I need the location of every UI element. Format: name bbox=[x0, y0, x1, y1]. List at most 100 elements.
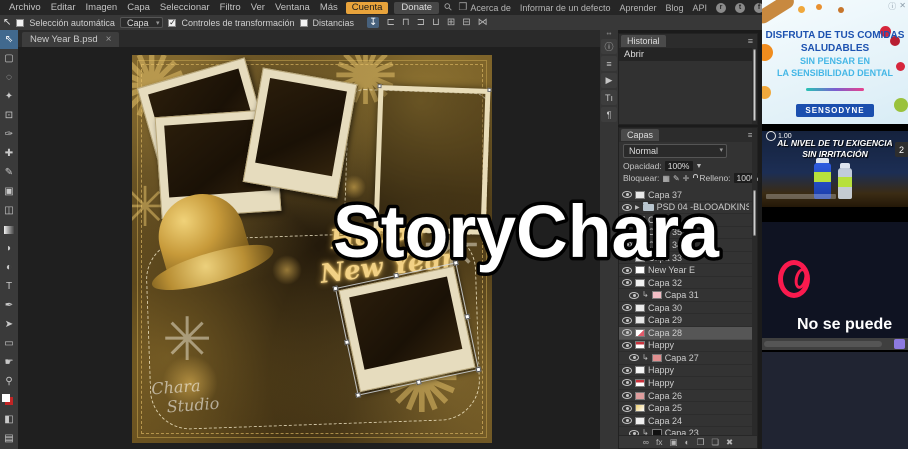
layer-row[interactable]: ▶ ↳ Happy bbox=[619, 365, 752, 378]
lock-pixels-icon[interactable]: ✎ bbox=[673, 174, 680, 183]
move-tool[interactable]: ⇖ bbox=[0, 30, 18, 49]
polaroid-frame[interactable] bbox=[243, 68, 358, 199]
layer-row[interactable]: ▶ ↳ Capa 31 bbox=[619, 289, 752, 302]
layer-row[interactable]: ▶ ↳ Capa 32 bbox=[619, 277, 752, 290]
distribute-vertical-icon[interactable]: ⊟ bbox=[462, 17, 470, 28]
menu-item[interactable]: Capa bbox=[122, 2, 155, 13]
layer-row[interactable]: ▶ ↳ New Year E bbox=[619, 264, 752, 277]
menu-item[interactable]: Ventana bbox=[270, 2, 315, 13]
target-select[interactable]: Capa ▾ bbox=[120, 17, 164, 28]
menu-item[interactable]: Más bbox=[315, 2, 343, 13]
layer-row[interactable]: ▶ ↳ Capa 27 bbox=[619, 352, 752, 365]
align-center-icon[interactable]: ⊓ bbox=[402, 17, 410, 28]
visibility-eye-icon[interactable] bbox=[622, 229, 632, 236]
history-scrollbar[interactable] bbox=[752, 48, 757, 124]
scroll-strip[interactable] bbox=[762, 338, 908, 350]
history-panel-tab[interactable]: Historial bbox=[621, 35, 666, 47]
visibility-eye-icon[interactable] bbox=[622, 304, 632, 311]
visibility-eye-icon[interactable] bbox=[629, 354, 639, 361]
visibility-eye-icon[interactable] bbox=[622, 241, 632, 248]
layer-row[interactable]: ▶ ↳ Capa 24 bbox=[619, 415, 752, 428]
visibility-eye-icon[interactable] bbox=[629, 292, 639, 299]
history-entry[interactable]: Abrir bbox=[619, 48, 757, 61]
visibility-eye-icon[interactable] bbox=[622, 405, 632, 412]
layer-row[interactable]: ▶ ↳ Happy bbox=[619, 340, 752, 353]
ad-close-icon[interactable]: ✕ bbox=[899, 1, 906, 12]
twitter-icon[interactable]: t bbox=[735, 3, 745, 13]
visibility-eye-icon[interactable] bbox=[622, 317, 632, 324]
distribute-horizontal-icon[interactable]: ⊞ bbox=[447, 17, 455, 28]
lasso-tool[interactable]: ◌ bbox=[0, 68, 18, 87]
brush-tool[interactable]: ✎ bbox=[0, 163, 18, 182]
visibility-eye-icon[interactable] bbox=[622, 417, 632, 424]
layer-row[interactable]: ▶ ↳ Capa 34 bbox=[619, 239, 752, 252]
info-panel-icon[interactable]: ⓘ bbox=[601, 39, 617, 54]
type-tool[interactable]: T bbox=[0, 277, 18, 296]
properties-panel-icon[interactable]: ≡ bbox=[601, 56, 617, 71]
menu-item[interactable]: Seleccionar bbox=[155, 2, 215, 13]
paragraph-panel-icon[interactable]: ¶ bbox=[601, 107, 617, 122]
donate-button[interactable]: Donate bbox=[394, 2, 439, 14]
eraser-tool[interactable]: ◫ bbox=[0, 201, 18, 220]
sensodyne-ad[interactable]: ⓘ ✕ DISFRUTA DE TUS COMIDAS SALUDABLES S… bbox=[762, 0, 908, 124]
quick-select-tool[interactable]: ✦ bbox=[0, 87, 18, 106]
screen-mode-tool[interactable]: ▤ bbox=[0, 429, 18, 448]
group-icon[interactable]: ❒ bbox=[697, 437, 705, 448]
transform-handle[interactable] bbox=[476, 367, 482, 373]
header-link[interactable]: Informar de un defecto bbox=[520, 3, 611, 13]
menu-item[interactable]: Archivo bbox=[4, 2, 46, 13]
character-panel-icon[interactable]: Tı bbox=[601, 90, 617, 105]
snap-icon[interactable]: ↧ bbox=[367, 17, 379, 28]
layer-row[interactable]: ▶ ↳ PSD 04 -BLOOADKINS bbox=[619, 202, 752, 215]
auto-select-checkbox[interactable] bbox=[16, 19, 24, 27]
fullscreen-icon[interactable]: ❐ bbox=[455, 2, 470, 13]
select-tool[interactable]: ▢ bbox=[0, 49, 18, 68]
layer-row[interactable]: ▶ ↳ Capa 28 bbox=[619, 327, 752, 340]
sensodyne-logo[interactable]: SENSODYNE bbox=[796, 104, 873, 117]
header-link[interactable]: Blog bbox=[665, 3, 683, 13]
layer-row[interactable]: ▶ ↳ Capa 23 bbox=[619, 427, 752, 435]
visibility-eye-icon[interactable] bbox=[622, 267, 632, 274]
align-right-icon[interactable]: ⊐ bbox=[417, 17, 425, 28]
dodge-tool[interactable]: ◐ bbox=[0, 258, 18, 277]
crop-tool[interactable]: ⊡ bbox=[0, 106, 18, 125]
eyedropper-tool[interactable]: ✑ bbox=[0, 125, 18, 144]
expander-icon[interactable]: ▶ bbox=[635, 204, 640, 211]
reddit-icon[interactable]: r bbox=[716, 3, 726, 13]
transform-handle[interactable] bbox=[333, 286, 339, 292]
header-link[interactable]: Acerca de bbox=[470, 3, 511, 13]
adjustments-icon[interactable]: ◐ bbox=[685, 437, 690, 447]
opacity-value[interactable]: 100% bbox=[665, 161, 693, 171]
visibility-eye-icon[interactable] bbox=[622, 254, 632, 261]
gradient-tool[interactable] bbox=[0, 220, 18, 239]
menu-item[interactable]: Filtro bbox=[215, 2, 246, 13]
layer-row[interactable]: ▶ ↳ Capa 33 bbox=[619, 252, 752, 265]
align-top-icon[interactable]: ⊔ bbox=[432, 17, 440, 28]
layer-row[interactable]: ▶ ↳ Capa 25 bbox=[619, 402, 752, 415]
blur-tool[interactable]: ◗ bbox=[0, 239, 18, 258]
visibility-eye-icon[interactable] bbox=[622, 379, 632, 386]
header-link[interactable]: API bbox=[693, 3, 708, 13]
transform-handle[interactable] bbox=[344, 339, 350, 345]
visibility-eye-icon[interactable] bbox=[622, 191, 632, 198]
layer-row[interactable]: ▶ ↳ Capa 35 bbox=[619, 227, 752, 240]
visibility-eye-icon[interactable] bbox=[622, 216, 632, 223]
visibility-eye-icon[interactable] bbox=[622, 279, 632, 286]
close-icon[interactable]: × bbox=[106, 34, 112, 45]
blend-mode-select[interactable]: Normal ▾ bbox=[623, 144, 727, 158]
panel-menu-icon[interactable]: ≡ bbox=[748, 36, 755, 46]
layer-row[interactable]: ▶ ↳ Capa 29 bbox=[619, 314, 752, 327]
delete-icon[interactable]: ✖ bbox=[726, 437, 733, 448]
transform-handle[interactable] bbox=[453, 260, 459, 266]
visibility-eye-icon[interactable] bbox=[622, 367, 632, 374]
layer-row[interactable]: ▶ ↳ Capa 37 bbox=[619, 189, 752, 202]
distances-checkbox[interactable] bbox=[300, 19, 308, 27]
document-canvas[interactable]: ✺ ✺ ✳ ✺ ✳ ✳ bbox=[132, 55, 492, 443]
lock-position-icon[interactable]: ✛ bbox=[683, 174, 690, 183]
account-button[interactable]: Cuenta bbox=[346, 2, 389, 14]
visibility-eye-icon[interactable] bbox=[622, 392, 632, 399]
header-link[interactable]: Aprender bbox=[619, 3, 656, 13]
align-left-icon[interactable]: ⊏ bbox=[386, 17, 394, 28]
selected-polaroid[interactable] bbox=[338, 266, 475, 392]
link-icon[interactable]: ∞ bbox=[643, 437, 649, 447]
